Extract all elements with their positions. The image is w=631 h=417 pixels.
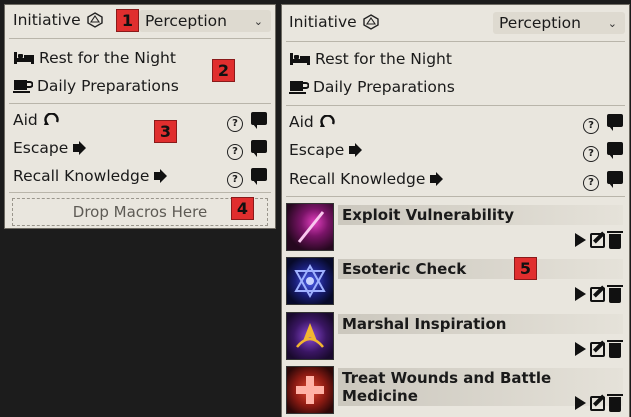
edit-icon[interactable]: [590, 395, 605, 411]
chevron-down-icon: ⌄: [607, 16, 617, 30]
play-icon[interactable]: [575, 233, 586, 247]
coffee-icon: [289, 79, 309, 95]
reaction-icon: [43, 113, 61, 127]
initiative-value: Perception: [499, 14, 581, 32]
initiative-row: Initiative: [289, 13, 379, 31]
chat-icon[interactable]: [251, 140, 267, 157]
chat-icon[interactable]: [251, 168, 267, 185]
daily-preparations-button[interactable]: Daily Preparations: [289, 78, 455, 96]
action-label: Aid: [289, 113, 314, 131]
action-recall-knowledge[interactable]: Recall Knowledge: [13, 167, 169, 185]
macro-thumbnail: [286, 366, 334, 414]
trash-icon[interactable]: [607, 285, 623, 303]
macro-item[interactable]: Exploit Vulnerability: [284, 201, 627, 253]
chat-icon[interactable]: [251, 112, 267, 129]
help-icon[interactable]: ?: [227, 167, 243, 188]
d20-icon: [86, 12, 103, 28]
divider: [9, 103, 271, 104]
annotation-badge: 5: [514, 257, 537, 280]
rest-label: Rest for the Night: [315, 50, 452, 68]
divider: [286, 105, 625, 106]
help-icon[interactable]: ?: [227, 139, 243, 160]
macro-item[interactable]: Marshal Inspiration: [284, 310, 627, 362]
divider: [286, 196, 625, 197]
left-panel: Initiative Perception ⌄ Rest for the Nig…: [4, 4, 276, 229]
right-panel: Initiative Perception ⌄ Rest for the Nig…: [281, 4, 630, 417]
macro-drop-zone[interactable]: Drop Macros Here: [12, 198, 268, 226]
help-icon[interactable]: ?: [583, 113, 599, 134]
play-icon[interactable]: [575, 396, 586, 410]
macro-item[interactable]: Esoteric Check: [284, 255, 627, 307]
chat-icon[interactable]: [607, 142, 623, 159]
single-action-icon: [72, 141, 88, 155]
action-label: Aid: [13, 111, 38, 129]
chat-icon[interactable]: [607, 114, 623, 131]
d20-icon: [362, 14, 379, 30]
rest-button[interactable]: Rest for the Night: [289, 50, 452, 68]
macro-thumbnail: [286, 312, 334, 360]
divider: [9, 38, 271, 39]
action-escape[interactable]: Escape: [289, 141, 364, 159]
macro-thumbnail: [286, 257, 334, 305]
prep-label: Daily Preparations: [37, 77, 179, 95]
prep-label: Daily Preparations: [313, 78, 455, 96]
initiative-select[interactable]: Perception ⌄: [139, 10, 271, 32]
annotation-badge: 1: [116, 9, 139, 32]
annotation-badge: 2: [212, 59, 235, 82]
reaction-icon: [319, 115, 337, 129]
single-action-icon: [153, 169, 169, 183]
action-recall-knowledge[interactable]: Recall Knowledge: [289, 170, 445, 188]
divider: [286, 41, 625, 42]
trash-icon[interactable]: [607, 394, 623, 412]
rest-button[interactable]: Rest for the Night: [13, 49, 176, 67]
trash-icon[interactable]: [607, 340, 623, 358]
action-label: Recall Knowledge: [13, 167, 150, 185]
initiative-value: Perception: [145, 12, 227, 30]
macro-item[interactable]: Treat Wounds and Battle Medicine: [284, 364, 627, 416]
rest-label: Rest for the Night: [39, 49, 176, 67]
chat-icon[interactable]: [607, 171, 623, 188]
macro-name: Exploit Vulnerability: [338, 205, 623, 225]
macro-thumbnail: [286, 203, 334, 251]
divider: [9, 192, 271, 193]
annotation-badge: 4: [231, 197, 254, 220]
annotation-badge: 3: [154, 120, 177, 143]
coffee-icon: [13, 78, 33, 94]
help-icon[interactable]: ?: [583, 141, 599, 162]
chevron-down-icon: ⌄: [253, 14, 263, 28]
play-icon[interactable]: [575, 287, 586, 301]
play-icon[interactable]: [575, 342, 586, 356]
single-action-icon: [429, 172, 445, 186]
daily-preparations-button[interactable]: Daily Preparations: [13, 77, 179, 95]
drop-label: Drop Macros Here: [72, 203, 208, 221]
bed-icon: [13, 51, 35, 65]
initiative-row: Initiative: [13, 11, 103, 29]
initiative-select[interactable]: Perception ⌄: [493, 12, 625, 34]
action-label: Escape: [13, 139, 69, 157]
help-icon[interactable]: ?: [227, 111, 243, 132]
macro-name: Esoteric Check: [338, 259, 623, 279]
initiative-label: Initiative: [13, 11, 81, 29]
action-aid[interactable]: Aid: [289, 113, 337, 131]
edit-icon[interactable]: [590, 286, 605, 302]
single-action-icon: [348, 143, 364, 157]
action-label: Escape: [289, 141, 345, 159]
initiative-label: Initiative: [289, 13, 357, 31]
macro-name: Marshal Inspiration: [338, 314, 623, 334]
trash-icon[interactable]: [607, 231, 623, 249]
action-label: Recall Knowledge: [289, 170, 426, 188]
edit-icon[interactable]: [590, 341, 605, 357]
edit-icon[interactable]: [590, 232, 605, 248]
action-aid[interactable]: Aid: [13, 111, 61, 129]
action-escape[interactable]: Escape: [13, 139, 88, 157]
bed-icon: [289, 52, 311, 66]
help-icon[interactable]: ?: [583, 170, 599, 191]
